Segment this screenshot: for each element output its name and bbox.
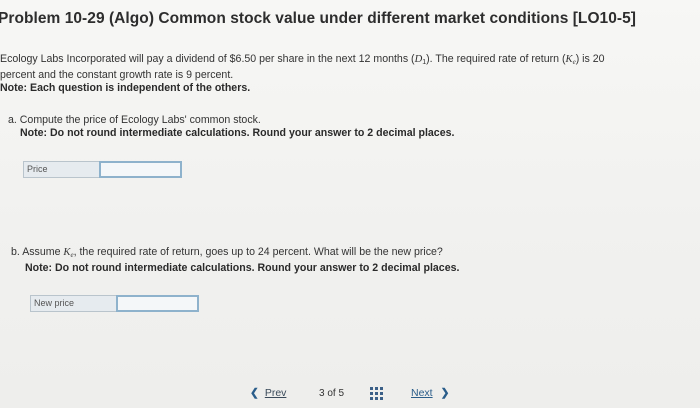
new-price-input[interactable] [116,295,199,312]
part-b-text: b. Assume Ke, the required rate of retur… [11,246,459,262]
intro-note: Note: Each question is independent of th… [0,82,251,94]
intro-text-b: ). The required rate of return ( [426,53,566,65]
part-a-text: a. Compute the price of Ecology Labs' co… [8,114,261,126]
part-b-text-a: b. Assume [11,246,64,258]
new-price-answer-row: New price [30,295,199,312]
intro-line-2: percent and the constant growth rate is … [0,69,234,81]
page-indicator: 3 of 5 [319,388,344,399]
new-price-label: New price [30,295,116,312]
page-current: 3 [319,388,325,399]
problem-title: Problem 10-29 (Algo) Common stock value … [0,10,636,27]
part-a-note: Note: Do not round intermediate calculat… [20,127,455,139]
intro-text-c: ) is 20 [575,53,605,65]
prev-label: Prev [264,387,287,399]
return-symbol: K [565,54,573,65]
price-label: Price [23,161,99,178]
part-b-text-b: , the required rate of return, goes up t… [73,246,443,258]
part-b-question: b. Assume Ke, the required rate of retur… [11,246,459,275]
part-b-note: Note: Do not round intermediate calculat… [25,262,460,274]
problem-intro: Ecology Labs Incorporated will pay a div… [0,53,695,95]
chevron-right-icon: ❯ [440,387,450,399]
part-a-question: a. Compute the price of Ecology Labs' co… [8,114,454,140]
chevron-left-icon: ❮ [250,387,259,399]
price-input[interactable] [99,161,182,178]
intro-text-a: Ecology Labs Incorporated will pay a div… [0,53,415,65]
price-answer-row: Price [23,161,182,178]
next-button[interactable]: Next ❯ [411,387,449,399]
grid-icon[interactable] [370,387,383,400]
page-total: 5 [338,388,345,399]
page-of: of [327,388,336,399]
next-label: Next [411,387,433,399]
page: Problem 10-29 (Algo) Common stock value … [0,0,700,408]
intro-line-1: Ecology Labs Incorporated will pay a div… [0,53,695,69]
prev-button[interactable]: ❮ Prev [250,387,286,399]
